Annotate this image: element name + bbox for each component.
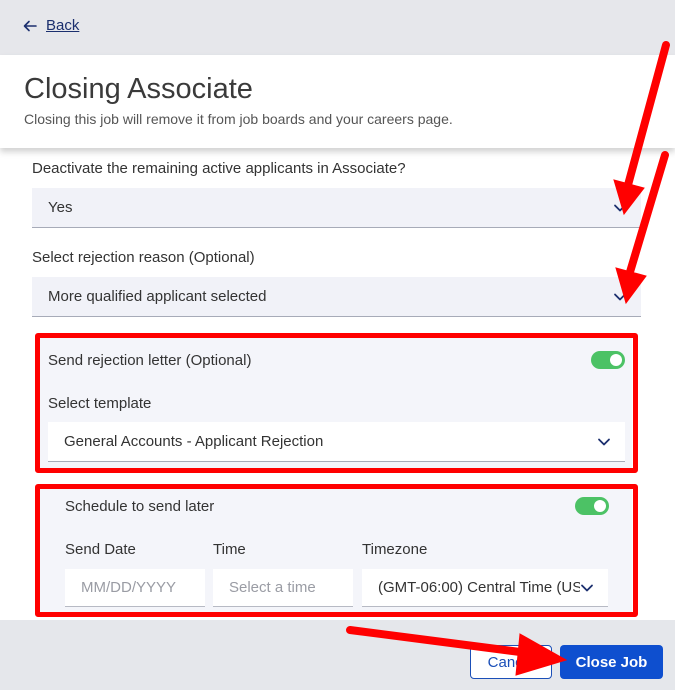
page-subtitle: Closing this job will remove it from job… xyxy=(24,111,453,127)
schedule-label: Schedule to send later xyxy=(65,498,215,515)
time-input[interactable]: Select a time xyxy=(213,569,353,607)
chevron-down-icon xyxy=(614,293,626,300)
top-bar: Back xyxy=(0,0,675,55)
chevron-down-icon xyxy=(598,438,610,445)
cancel-button[interactable]: Cancel xyxy=(470,645,552,679)
page-header: Closing Associate Closing this job will … xyxy=(0,55,675,148)
rejection-reason-value: More qualified applicant selected xyxy=(48,288,267,305)
timezone-value: (GMT-06:00) Central Time (US xyxy=(378,579,580,596)
rejection-letter-label: Send rejection letter (Optional) xyxy=(48,352,252,369)
deactivate-value: Yes xyxy=(48,199,73,216)
time-label: Time xyxy=(213,541,246,558)
template-select[interactable]: General Accounts - Applicant Rejection xyxy=(48,422,625,462)
timezone-label: Timezone xyxy=(362,541,428,558)
rejection-reason-label: Select rejection reason (Optional) xyxy=(32,249,255,266)
deactivate-question: Deactivate the remaining active applican… xyxy=(32,160,406,177)
back-label[interactable]: Back xyxy=(46,17,79,34)
template-value: General Accounts - Applicant Rejection xyxy=(64,433,324,450)
chevron-down-icon xyxy=(614,204,626,211)
page-title: Closing Associate xyxy=(24,73,253,105)
rejection-letter-toggle[interactable] xyxy=(591,351,625,369)
send-date-input[interactable]: MM/DD/YYYY xyxy=(65,569,205,607)
timezone-select[interactable]: (GMT-06:00) Central Time (US xyxy=(362,569,608,607)
schedule-toggle[interactable] xyxy=(575,497,609,515)
close-job-button[interactable]: Close Job xyxy=(560,645,663,679)
template-label: Select template xyxy=(48,395,152,412)
arrow-left-icon xyxy=(23,20,37,31)
send-date-label: Send Date xyxy=(65,541,136,558)
rejection-reason-select[interactable]: More qualified applicant selected xyxy=(32,277,641,317)
chevron-down-icon xyxy=(581,584,593,591)
back-link[interactable]: Back xyxy=(22,17,79,34)
deactivate-select[interactable]: Yes xyxy=(32,188,641,228)
